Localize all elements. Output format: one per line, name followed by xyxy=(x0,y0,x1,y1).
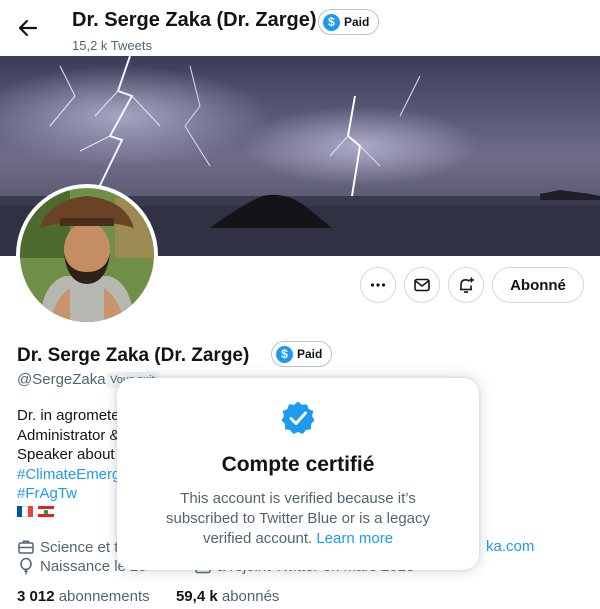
popup-body: This account is verified because it’s su… xyxy=(147,489,449,549)
hashtag-link[interactable]: #FrAgTw xyxy=(17,484,120,504)
header-name: Dr. Serge Zaka (Dr. Zarge) xyxy=(72,9,317,31)
notifications-button[interactable] xyxy=(448,267,484,303)
verified-badge-icon xyxy=(280,400,316,436)
back-arrow-icon[interactable] xyxy=(14,14,42,42)
learn-more-link[interactable]: Learn more xyxy=(316,530,393,547)
bio-line: Administrator & xyxy=(17,426,120,444)
bio-line: Speaker about xyxy=(17,446,115,463)
bio-line: Dr. in agromete xyxy=(17,407,120,424)
more-icon xyxy=(370,283,386,287)
avatar[interactable] xyxy=(16,184,158,326)
dollar-coin-icon: $ xyxy=(276,345,293,363)
verified-popup: Compte certifié This account is verified… xyxy=(117,378,479,570)
hashtag-link[interactable]: #ClimateEmerg xyxy=(17,465,120,485)
lebanon-flag-icon xyxy=(38,506,54,517)
briefcase-icon xyxy=(18,540,34,554)
top-header: Dr. Serge Zaka (Dr. Zarge) $ Paid 15,2 k … xyxy=(0,0,600,56)
website-link[interactable]: ka.com xyxy=(486,538,534,555)
profile-bio: Dr. in agromete Administrator & Speaker … xyxy=(17,406,120,504)
header-paid-badge[interactable]: $ Paid xyxy=(318,9,380,35)
profile-handle: @SergeZaka xyxy=(17,371,106,388)
category-text: Science et t xyxy=(40,538,119,556)
profile-paid-badge[interactable]: $ Paid xyxy=(271,341,333,367)
dollar-coin-icon: $ xyxy=(323,13,340,31)
balloon-icon xyxy=(20,557,32,575)
envelope-icon xyxy=(414,278,430,292)
profile-name: Dr. Serge Zaka (Dr. Zarge) xyxy=(17,345,250,366)
follow-stats: 3 012 abonnements 59,4 k abonnés xyxy=(17,588,279,605)
following-button[interactable]: Abonné xyxy=(492,267,584,303)
more-button[interactable] xyxy=(360,267,396,303)
profile-category: Science et t xyxy=(17,538,118,556)
france-flag-icon xyxy=(17,506,33,517)
header-tweet-count: 15,2 k Tweets xyxy=(72,38,152,53)
bell-plus-icon xyxy=(460,277,474,293)
flags xyxy=(17,506,54,517)
followers-link[interactable]: 59,4 k abonnés xyxy=(176,588,279,605)
following-link[interactable]: 3 012 abonnements xyxy=(17,588,150,605)
message-button[interactable] xyxy=(404,267,440,303)
popup-title: Compte certifié xyxy=(221,453,375,476)
